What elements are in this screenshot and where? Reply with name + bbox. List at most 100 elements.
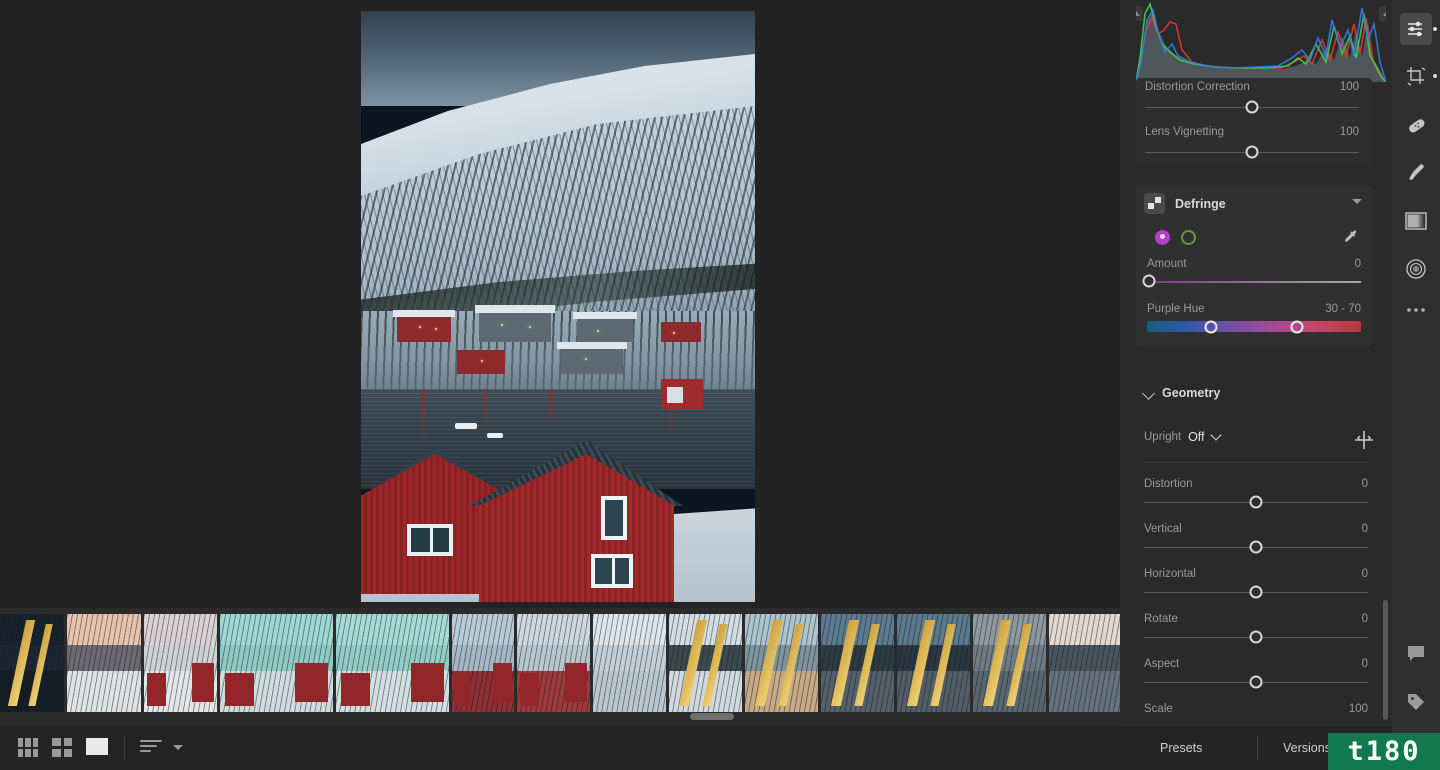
masking-brush-icon[interactable] <box>1400 157 1432 189</box>
section-divider <box>1144 462 1368 463</box>
geometry-header[interactable]: Geometry <box>1142 386 1221 400</box>
slider-lens-vignetting[interactable]: Lens Vignetting 100 <box>1145 126 1359 162</box>
healing-brush-icon[interactable] <box>1400 109 1432 141</box>
thumb-harbour-boats[interactable] <box>1049 614 1122 712</box>
slider-distortion-correction[interactable]: Distortion Correction 100 <box>1145 81 1359 117</box>
green-fringe-swatch[interactable] <box>1181 230 1196 245</box>
slider-label: Lens Vignetting <box>1145 126 1225 138</box>
filmstrip-scrollbar[interactable] <box>0 713 1120 720</box>
photo-content <box>361 11 755 602</box>
slider-purple-hue-range[interactable]: Purple Hue 30 - 70 <box>1147 303 1361 333</box>
crop-dot <box>1433 74 1437 78</box>
more-options-icon[interactable] <box>1400 294 1432 326</box>
edit-sliders-icon[interactable] <box>1400 13 1432 45</box>
grid-view-icon[interactable] <box>18 738 38 757</box>
slider-knob[interactable] <box>1249 630 1263 644</box>
thumb-snow-poles[interactable] <box>669 614 742 712</box>
slider-vertical[interactable]: Vertical 0 <box>1144 523 1368 557</box>
slider-knob[interactable] <box>1142 274 1156 288</box>
slider-horizontal[interactable]: Horizontal 0 <box>1144 568 1368 602</box>
sort-icon[interactable] <box>140 740 162 754</box>
defringe-header[interactable]: Defringe <box>1144 193 1226 214</box>
histogram-highlight-clip-icon[interactable] <box>1379 6 1386 21</box>
hue-range-knob-low[interactable] <box>1204 320 1218 333</box>
slider-knob[interactable] <box>1249 540 1263 554</box>
thumb-snow-street-pale[interactable] <box>144 614 217 712</box>
main-photo[interactable] <box>361 11 755 602</box>
thumb-village-fjord[interactable] <box>517 614 590 712</box>
thumb-sunset-village[interactable] <box>67 614 141 712</box>
slider-knob[interactable] <box>1245 100 1259 114</box>
slider-knob[interactable] <box>1249 495 1263 509</box>
slider-value: 100 <box>1348 703 1368 715</box>
slider-value: 0 <box>1361 568 1368 580</box>
thumb-street-teal-1[interactable] <box>220 614 333 712</box>
photo-cabin-left-window <box>407 524 453 556</box>
comments-icon[interactable] <box>1400 637 1432 669</box>
slider-knob[interactable] <box>1249 675 1263 689</box>
slider-value: 100 <box>1339 81 1359 93</box>
footer-divider <box>1257 736 1258 760</box>
edit-active-dot <box>1433 27 1437 31</box>
slider-label: Aspect <box>1144 658 1180 670</box>
chevron-down-icon[interactable] <box>1209 429 1222 441</box>
thumb-bridge-lights-1[interactable] <box>821 614 894 712</box>
slider-label: Purple Hue <box>1147 303 1205 315</box>
filmstrip[interactable] <box>0 608 1155 726</box>
geometry-title: Geometry <box>1162 386 1221 400</box>
hue-range-knob-high[interactable] <box>1290 320 1304 333</box>
slider-value: 100 <box>1339 126 1359 138</box>
watermark: t180 <box>1328 733 1440 770</box>
rgb-histogram[interactable] <box>1136 0 1386 82</box>
upright-label: Upright <box>1144 431 1182 443</box>
chevron-down-icon[interactable] <box>1142 386 1155 400</box>
slider-knob[interactable] <box>1249 585 1263 599</box>
upright-value[interactable]: Off <box>1188 430 1204 444</box>
thumb-tower-night[interactable] <box>0 614 64 712</box>
square-grid-view-icon[interactable] <box>52 738 72 757</box>
right-edit-panel: Distortion Correction 100 Lens Vignettin… <box>1120 0 1392 770</box>
toolbar-divider <box>124 736 125 760</box>
photo-cabin-right-window-lower <box>591 554 633 588</box>
photo-red-boathouse <box>661 379 703 409</box>
crop-icon[interactable] <box>1400 60 1432 92</box>
thumb-street-teal-2[interactable] <box>336 614 449 712</box>
canvas-area <box>0 0 1120 608</box>
thumb-bridge-lights-2[interactable] <box>897 614 970 712</box>
presets-button[interactable]: Presets <box>1160 741 1202 755</box>
slider-rotate[interactable]: Rotate 0 <box>1144 613 1368 647</box>
thumb-road-slush[interactable] <box>745 614 818 712</box>
slider-value: 0 <box>1361 523 1368 535</box>
slider-aspect[interactable]: Aspect 0 <box>1144 658 1368 692</box>
thumb-snowy-town[interactable] <box>593 614 666 712</box>
eyedropper-icon[interactable] <box>1342 228 1360 246</box>
linear-gradient-icon[interactable] <box>1400 205 1432 237</box>
guided-upright-icon[interactable] <box>1354 430 1374 450</box>
slider-label: Vertical <box>1144 523 1182 535</box>
keywords-tag-icon[interactable] <box>1400 686 1432 718</box>
detail-view-icon[interactable] <box>86 738 108 757</box>
slider-distortion[interactable]: Distortion 0 <box>1144 478 1368 512</box>
bottom-toolbar: ★ ★ ★ ★ ★ ✓ ✕ Fit 100% <box>0 726 1120 770</box>
app-root: ★ ★ ★ ★ ★ ✓ ✕ Fit 100% <box>0 0 1440 770</box>
slider-value: 0 <box>1354 258 1361 270</box>
hue-range-track <box>1147 321 1361 332</box>
filmstrip-scrollbar-thumb[interactable] <box>690 713 734 720</box>
versions-button[interactable]: Versions <box>1283 741 1331 755</box>
histogram-shadow-clip-icon[interactable] <box>1136 6 1143 21</box>
chevron-down-icon[interactable] <box>1352 199 1362 204</box>
panel-scrollbar[interactable] <box>1383 600 1388 720</box>
radial-gradient-icon[interactable] <box>1400 253 1432 285</box>
slider-defringe-amount[interactable]: Amount 0 <box>1142 258 1361 288</box>
chevron-down-icon[interactable] <box>173 745 183 750</box>
upright-control[interactable]: Upright Off <box>1144 429 1222 444</box>
thumb-harbour-cabins[interactable] <box>452 614 514 712</box>
defringe-icon <box>1144 193 1165 214</box>
slider-value: 0 <box>1361 613 1368 625</box>
slider-value: 0 <box>1361 658 1368 670</box>
thumb-bridge-beams[interactable] <box>973 614 1046 712</box>
purple-fringe-swatch[interactable] <box>1155 230 1170 245</box>
slider-label: Distortion <box>1144 478 1193 490</box>
slider-knob[interactable] <box>1245 145 1259 159</box>
photo-cabin-right-window-upper <box>601 496 627 540</box>
